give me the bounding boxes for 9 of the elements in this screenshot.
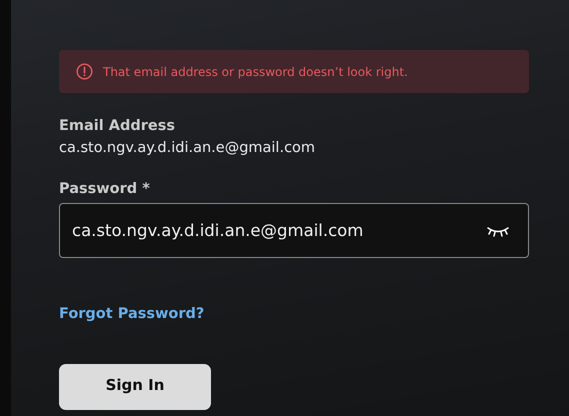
- email-value: ca.sto.ngv.ay.d.idi.an.e@gmail.com: [59, 140, 316, 156]
- field-label: Password *: [59, 181, 150, 197]
- forgot-password-link[interactable]: Forgot Password?: [59, 306, 204, 322]
- sign-in-button[interactable]: Sign In: [59, 364, 211, 410]
- password-field[interactable]: ca.sto.ngv.ay.d.idi.an.e@gmail.com: [59, 203, 529, 258]
- field-label: Email Address: [59, 118, 176, 134]
- warning-icon: [76, 63, 93, 80]
- closed-eye-icon[interactable]: [486, 224, 510, 236]
- error-message: That email address or password doesn’t look right.: [103, 64, 408, 78]
